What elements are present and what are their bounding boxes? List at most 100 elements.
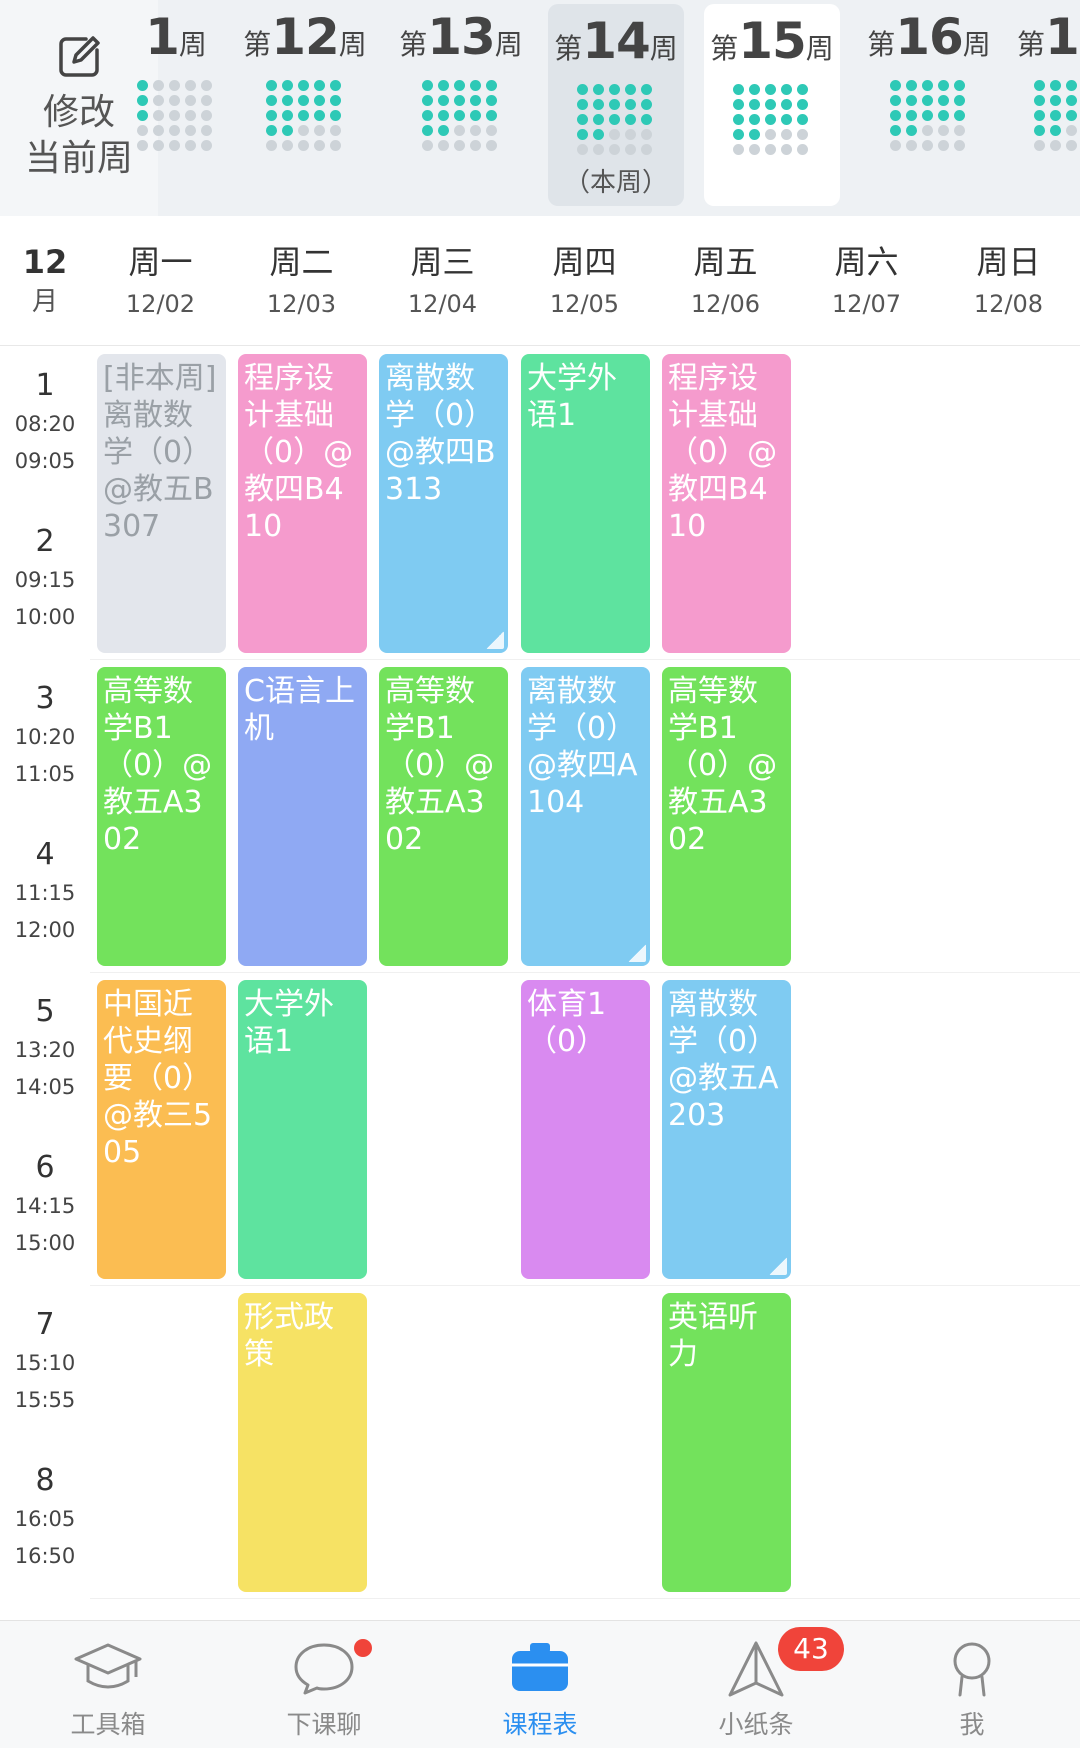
course-card[interactable]: [非本周]离散数学（0）@教五B307 bbox=[97, 354, 226, 653]
grid-divider bbox=[90, 1285, 1080, 1286]
week-dot bbox=[266, 125, 277, 136]
course-card-text: [非本周]离散数学（0）@教五B307 bbox=[103, 361, 217, 544]
week-dot bbox=[641, 114, 652, 125]
week-dot bbox=[797, 84, 808, 95]
chat-bubble-icon bbox=[294, 1643, 354, 1695]
week-tab-15-selected[interactable]: 第15周 bbox=[704, 4, 840, 206]
week-dot-grid bbox=[577, 84, 655, 160]
week-dot bbox=[781, 129, 792, 140]
course-card[interactable]: 离散数学（0）@教四B313 bbox=[379, 354, 508, 653]
week-dot bbox=[454, 80, 465, 91]
course-card[interactable]: C语言上机 bbox=[238, 667, 367, 966]
week-dot-grid bbox=[733, 84, 811, 160]
course-card[interactable]: 英语听力 bbox=[662, 1293, 791, 1592]
week-dot bbox=[314, 140, 325, 151]
course-card[interactable]: 体育1（0） bbox=[521, 980, 650, 1279]
week-dot bbox=[454, 140, 465, 151]
week-dot bbox=[1050, 80, 1061, 91]
week-dot bbox=[1050, 95, 1061, 106]
course-card[interactable]: 程序设计基础（0）@教四B410 bbox=[662, 354, 791, 653]
timetable-grid: 1 08:20 09:05 2 09:15 10:00 3 10:20 11:05 4 11:… bbox=[0, 346, 1080, 1620]
week-dot bbox=[153, 110, 164, 121]
course-card[interactable]: 离散数学（0）@教四A104 bbox=[521, 667, 650, 966]
course-card[interactable]: 大学外语1 bbox=[521, 354, 650, 653]
week-dot-grid bbox=[890, 80, 968, 156]
course-card[interactable]: 高等数学B1（0）@教五A302 bbox=[379, 667, 508, 966]
week-dot bbox=[470, 140, 481, 151]
week-dot bbox=[641, 144, 652, 155]
week-tab-12[interactable]: 第12周 bbox=[237, 0, 373, 208]
tab-after-class-chat[interactable]: 下课聊 bbox=[216, 1621, 432, 1748]
week-dot bbox=[577, 144, 588, 155]
week-title: 第14周 bbox=[554, 12, 678, 70]
week-dot bbox=[314, 80, 325, 91]
week-tab-16[interactable]: 第16周 bbox=[861, 0, 997, 208]
course-card-text: 大学外语1 bbox=[244, 987, 334, 1059]
week-dot bbox=[422, 95, 433, 106]
week-tab-next[interactable]: 第1 bbox=[1017, 0, 1080, 208]
course-card-text: 形式政策 bbox=[244, 1300, 334, 1372]
week-dot bbox=[422, 125, 433, 136]
week-dot bbox=[185, 110, 196, 121]
week-dot bbox=[577, 114, 588, 125]
week-title: 第12周 bbox=[243, 8, 367, 66]
period-7: 7 15:10 15:55 bbox=[14, 1307, 76, 1412]
course-card[interactable]: 程序设计基础（0）@教四B410 bbox=[238, 354, 367, 653]
week-dot bbox=[153, 80, 164, 91]
week-tab-14-current[interactable]: 第14周 （本周） bbox=[548, 4, 684, 206]
course-card-text: 程序设计基础（0）@教四B410 bbox=[244, 361, 354, 544]
tab-me[interactable]: 我 bbox=[864, 1621, 1080, 1748]
grid-divider bbox=[90, 1598, 1080, 1599]
week-dot-grid bbox=[266, 80, 344, 156]
week-dot bbox=[625, 99, 636, 110]
week-dot bbox=[470, 95, 481, 106]
period-6: 6 14:15 15:00 bbox=[14, 1150, 76, 1255]
week-dot bbox=[906, 95, 917, 106]
week-dot bbox=[137, 80, 148, 91]
week-dot bbox=[641, 99, 652, 110]
day-header-wed: 周三 12/04 bbox=[407, 243, 478, 318]
week-dot bbox=[486, 95, 497, 106]
day-header-fri: 周五 12/06 bbox=[690, 243, 761, 318]
week-dot bbox=[185, 80, 196, 91]
week-dot bbox=[1066, 125, 1077, 136]
week-dot bbox=[749, 84, 760, 95]
week-dot bbox=[153, 140, 164, 151]
week-tab-13[interactable]: 第13周 bbox=[393, 0, 529, 208]
week-dot bbox=[733, 99, 744, 110]
week-dot bbox=[185, 140, 196, 151]
week-dot bbox=[1066, 140, 1077, 151]
edit-icon bbox=[59, 36, 100, 77]
week-dot bbox=[1050, 125, 1061, 136]
week-dot bbox=[201, 95, 212, 106]
week-dot bbox=[938, 110, 949, 121]
week-dot bbox=[954, 140, 965, 151]
course-card[interactable]: 形式政策 bbox=[238, 1293, 367, 1592]
week-tab-1[interactable]: 1周 bbox=[108, 0, 244, 208]
week-dot bbox=[266, 95, 277, 106]
week-dot bbox=[266, 80, 277, 91]
tab-notes[interactable]: 43 小纸条 bbox=[648, 1621, 864, 1748]
week-dot bbox=[137, 140, 148, 151]
course-card[interactable]: 大学外语1 bbox=[238, 980, 367, 1279]
course-card-text: 高等数学B1（0）@教五A302 bbox=[103, 674, 213, 857]
tab-toolbox[interactable]: 工具箱 bbox=[0, 1621, 216, 1748]
week-dot bbox=[797, 114, 808, 125]
week-dot bbox=[890, 110, 901, 121]
week-dot bbox=[201, 125, 212, 136]
course-card[interactable]: 中国近代史纲要（0）@教三505 bbox=[97, 980, 226, 1279]
week-title: 第16周 bbox=[867, 8, 991, 66]
week-dot bbox=[470, 80, 481, 91]
tab-timetable[interactable]: 课程表 bbox=[432, 1621, 648, 1748]
week-dot bbox=[298, 140, 309, 151]
week-dot bbox=[749, 114, 760, 125]
week-dot bbox=[954, 80, 965, 91]
week-dot bbox=[890, 125, 901, 136]
course-card[interactable]: 高等数学B1（0）@教五A302 bbox=[662, 667, 791, 966]
day-header-sat: 周六 12/07 bbox=[831, 243, 902, 318]
course-card[interactable]: 离散数学（0）@教五A203 bbox=[662, 980, 791, 1279]
week-dot bbox=[938, 125, 949, 136]
course-card[interactable]: 高等数学B1（0）@教五A302 bbox=[97, 667, 226, 966]
course-card-text: 英语听力 bbox=[668, 1300, 758, 1372]
week-dot bbox=[625, 144, 636, 155]
